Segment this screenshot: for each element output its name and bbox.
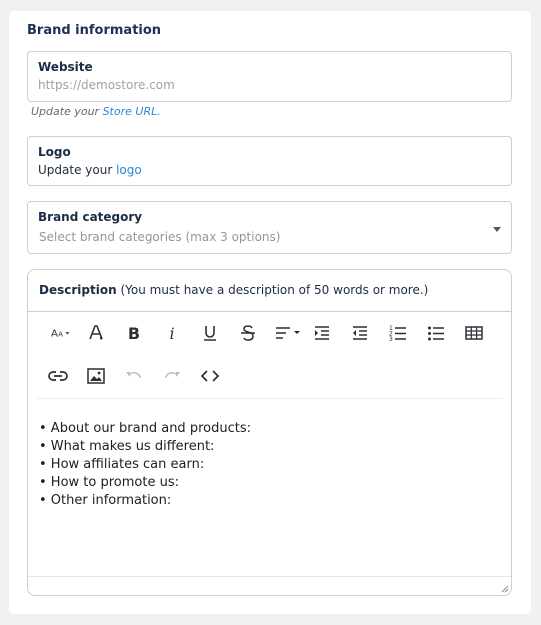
website-field[interactable]: Website <box>27 51 512 102</box>
logo-label: Logo <box>38 145 71 159</box>
undo-icon <box>120 363 148 389</box>
bold-icon[interactable]: B <box>120 320 148 346</box>
toolbar-divider <box>37 398 503 399</box>
bullet-list-icon[interactable] <box>422 320 450 346</box>
description-note: (You must have a description of 50 words… <box>120 283 429 297</box>
content-line: • What makes us different: <box>39 439 215 454</box>
resize-handle-icon[interactable] <box>501 585 509 593</box>
content-line: • How to promote us: <box>39 475 179 490</box>
indent-icon[interactable] <box>308 320 336 346</box>
outdent-icon[interactable] <box>346 320 374 346</box>
strikethrough-icon[interactable] <box>234 320 262 346</box>
description-content[interactable]: • About our brand and products: • What m… <box>39 420 251 510</box>
editor-statusbar <box>28 576 511 595</box>
website-label: Website <box>38 60 93 74</box>
brand-category-select[interactable]: Brand category Select brand categories (… <box>27 201 512 254</box>
description-header: Description (You must have a description… <box>28 270 511 312</box>
logo-field: Logo Update your logo <box>27 136 512 186</box>
svg-text:3: 3 <box>389 336 393 343</box>
description-editor: Description (You must have a description… <box>27 269 512 596</box>
description-title: Description (You must have a description… <box>39 283 428 297</box>
brand-information-card: Brand information Website Update your St… <box>9 11 531 614</box>
svg-text:A: A <box>58 330 63 339</box>
align-icon[interactable] <box>271 320 305 346</box>
logo-link[interactable]: logo <box>116 163 142 177</box>
store-url-link[interactable]: Store URL. <box>103 105 161 118</box>
website-hint: Update your Store URL. <box>31 105 161 118</box>
ordered-list-icon[interactable]: 123 <box>384 320 412 346</box>
section-title: Brand information <box>27 23 162 38</box>
logo-update-text: Update your logo <box>38 163 142 177</box>
code-icon[interactable] <box>196 363 224 389</box>
content-line: • How affiliates can earn: <box>39 457 205 472</box>
brand-category-placeholder: Select brand categories (max 3 options) <box>39 230 281 244</box>
table-icon[interactable] <box>460 320 488 346</box>
website-input[interactable] <box>38 78 478 92</box>
content-line: • Other information: <box>39 493 172 508</box>
font-size-icon[interactable]: AA <box>44 320 78 346</box>
description-label: Description <box>39 283 117 297</box>
underline-icon[interactable] <box>196 320 224 346</box>
image-icon[interactable] <box>82 363 110 389</box>
chevron-down-icon[interactable] <box>493 227 501 232</box>
website-hint-text: Update your <box>31 105 103 118</box>
brand-category-label: Brand category <box>38 210 143 224</box>
logo-text-prefix: Update your <box>38 163 117 177</box>
editor-toolbar: AA B i 123 <box>28 312 511 398</box>
redo-icon <box>158 363 186 389</box>
link-icon[interactable] <box>44 363 72 389</box>
content-line: • About our brand and products: <box>39 421 251 436</box>
svg-text:A: A <box>51 329 58 340</box>
text-color-icon[interactable] <box>82 320 110 346</box>
italic-icon[interactable]: i <box>158 320 186 346</box>
